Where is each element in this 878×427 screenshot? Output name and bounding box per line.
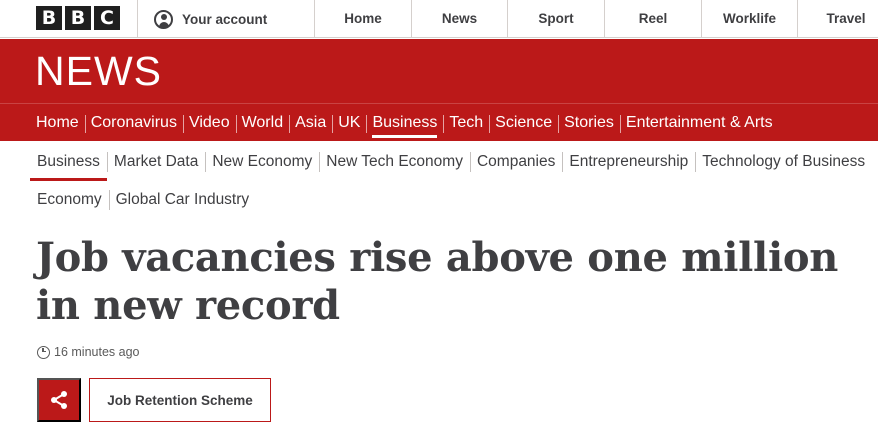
subnav-row: Economy Global Car Industry [30, 181, 878, 219]
divider [137, 0, 138, 38]
global-nav-home[interactable]: Home [315, 0, 411, 38]
bbc-logo-letter: B [65, 6, 91, 30]
subnav-row: Business Market Data New Economy New Tec… [30, 143, 878, 181]
nav-item-uk[interactable]: UK [332, 104, 366, 141]
subnav-item-market-data[interactable]: Market Data [106, 144, 205, 180]
nav-item-science[interactable]: Science [489, 104, 558, 141]
nav-item-entertainment-arts[interactable]: Entertainment & Arts [619, 104, 779, 141]
global-nav-reel[interactable]: Reel [605, 0, 701, 38]
nav-item-asia[interactable]: Asia [289, 104, 332, 141]
business-subnav: Business Market Data New Economy New Tec… [30, 143, 878, 223]
subnav-item-new-economy[interactable]: New Economy [205, 144, 319, 180]
global-nav-worklife[interactable]: Worklife [702, 0, 797, 38]
nav-item-home[interactable]: Home [30, 104, 85, 141]
global-nav-sport[interactable]: Sport [508, 0, 604, 38]
bbc-logo[interactable]: B B C [36, 6, 120, 30]
subnav-item-companies[interactable]: Companies [469, 144, 562, 180]
subnav-item-technology-of-business[interactable]: Technology of Business [695, 144, 872, 180]
nav-item-tech[interactable]: Tech [443, 104, 489, 141]
nav-item-stories[interactable]: Stories [558, 104, 620, 141]
news-logo[interactable]: NEWS [35, 51, 162, 92]
share-button[interactable] [37, 378, 81, 422]
your-account-link[interactable]: Your account [154, 0, 267, 38]
global-nav-travel[interactable]: Travel [798, 0, 878, 38]
timestamp-text: 16 minutes ago [54, 345, 140, 359]
subnav-item-economy[interactable]: Economy [30, 182, 109, 218]
subnav-item-entrepreneurship[interactable]: Entrepreneurship [562, 144, 695, 180]
account-icon [154, 9, 173, 29]
nav-item-video[interactable]: Video [182, 104, 236, 141]
subnav-item-business[interactable]: Business [30, 144, 107, 181]
bbc-logo-letter: C [94, 6, 120, 30]
article-headline: Job vacancies rise above one million in … [36, 234, 839, 329]
bbc-logo-letter: B [36, 6, 62, 30]
topic-tag-job-retention-scheme[interactable]: Job Retention Scheme [89, 378, 271, 422]
nav-item-world[interactable]: World [235, 104, 290, 141]
subnav-item-global-car-industry[interactable]: Global Car Industry [108, 182, 257, 218]
nav-item-coronavirus[interactable]: Coronavirus [84, 104, 183, 141]
clock-icon [37, 345, 50, 359]
global-nav-news[interactable]: News [412, 0, 507, 38]
nav-item-business[interactable]: Business [366, 104, 443, 141]
article-timestamp: 16 minutes ago [37, 345, 139, 359]
global-navigation: B B C Your account Home News Sport Reel … [0, 0, 878, 38]
news-masthead: NEWS [0, 39, 878, 103]
account-label: Your account [182, 11, 268, 27]
news-section-nav: Home Coronavirus Video World Asia UK Bus… [0, 103, 878, 141]
subnav-item-new-tech-economy[interactable]: New Tech Economy [319, 144, 470, 180]
share-icon [51, 391, 67, 409]
